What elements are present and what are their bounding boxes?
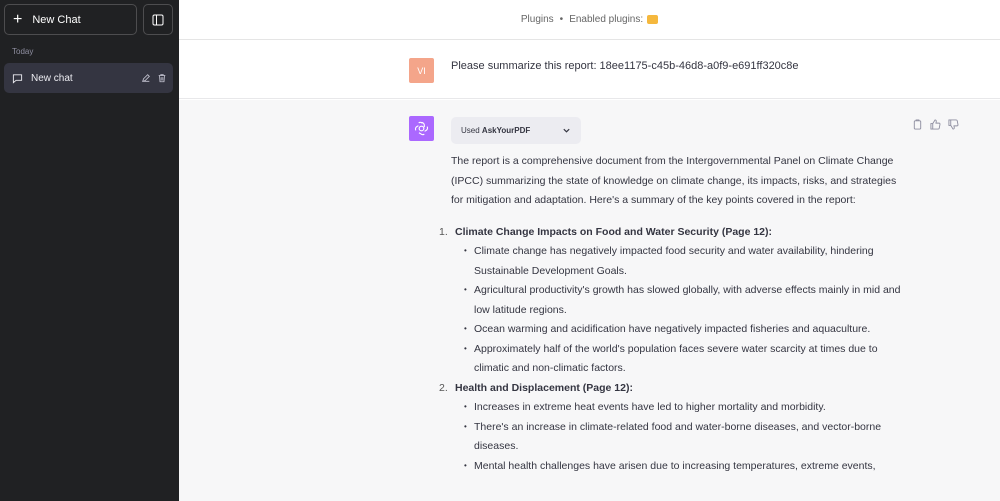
main-panel: Plugins • Enabled plugins: VI Please sum… — [179, 0, 1000, 501]
sidebar-toggle-icon — [152, 14, 164, 25]
summary-section: 1. Climate Change Impacts on Food and Wa… — [439, 223, 911, 379]
openai-logo-icon — [414, 121, 429, 136]
thumbs-up-icon[interactable] — [930, 119, 941, 130]
section-label-today: Today — [12, 47, 34, 56]
summary-section: 2. Health and Displacement (Page 12): In… — [439, 379, 911, 477]
used-prefix: Used — [461, 126, 480, 135]
separator-dot: • — [559, 14, 564, 25]
bullet-item: There's an increase in climate-related f… — [464, 417, 911, 457]
section-number: 1. — [439, 225, 448, 238]
copy-icon[interactable] — [912, 119, 923, 130]
sidebar: + New Chat Today New chat — [0, 0, 179, 501]
bullet-item: Mental health challenges have arisen due… — [464, 456, 911, 477]
section-bullets: Climate change has negatively impacted f… — [464, 241, 911, 379]
assistant-avatar — [409, 116, 434, 141]
used-plugin-dropdown[interactable]: Used AskYourPDF — [451, 117, 581, 144]
new-chat-label: New Chat — [32, 13, 81, 26]
enabled-plugins-label: Enabled plugins: — [569, 14, 644, 25]
section-heading: Climate Change Impacts on Food and Water… — [455, 225, 773, 238]
summary-intro: The report is a comprehensive document f… — [451, 155, 897, 206]
feedback-actions — [912, 119, 959, 130]
section-number: 2. — [439, 381, 448, 394]
plugin-icon[interactable] — [647, 15, 659, 24]
trash-icon[interactable] — [157, 73, 167, 83]
bullet-item: Increases in extreme heat events have le… — [464, 397, 911, 418]
user-message-text: Please summarize this report: 18ee1175-c… — [451, 60, 799, 72]
chat-item-label: New chat — [31, 72, 73, 84]
plugin-name: AskYourPDF — [481, 126, 531, 135]
used-plugin-label: Used AskYourPDF — [461, 126, 530, 135]
bullet-item: Agricultural productivity's growth has s… — [464, 280, 911, 320]
assistant-message-row: Used AskYourPDF The report is a comprehe… — [179, 100, 1000, 501]
new-chat-button[interactable]: + New Chat — [4, 4, 137, 35]
sidebar-chat-item[interactable]: New chat — [4, 63, 173, 93]
chat-bubble-icon — [12, 73, 23, 84]
toggle-sidebar-button[interactable] — [143, 4, 173, 35]
plugins-label: Plugins — [520, 14, 554, 25]
user-message-row: VI Please summarize this report: 18ee117… — [179, 40, 1000, 99]
top-bar: Plugins • Enabled plugins: — [179, 0, 1000, 40]
section-heading: Health and Displacement (Page 12): — [455, 381, 633, 394]
plus-icon: + — [13, 10, 23, 28]
thumbs-down-icon[interactable] — [948, 119, 959, 130]
summary-list: 1. Climate Change Impacts on Food and Wa… — [439, 223, 911, 477]
edit-icon[interactable] — [141, 73, 151, 83]
assistant-message-content: The report is a comprehensive document f… — [439, 152, 911, 477]
chevron-down-icon — [563, 128, 570, 133]
bullet-item: Climate change has negatively impacted f… — [464, 241, 911, 281]
user-avatar: VI — [409, 58, 434, 83]
section-bullets: Increases in extreme heat events have le… — [464, 397, 911, 477]
bullet-item: Ocean warming and acidification have neg… — [464, 319, 911, 340]
bullet-item: Approximately half of the world's popula… — [464, 339, 911, 379]
